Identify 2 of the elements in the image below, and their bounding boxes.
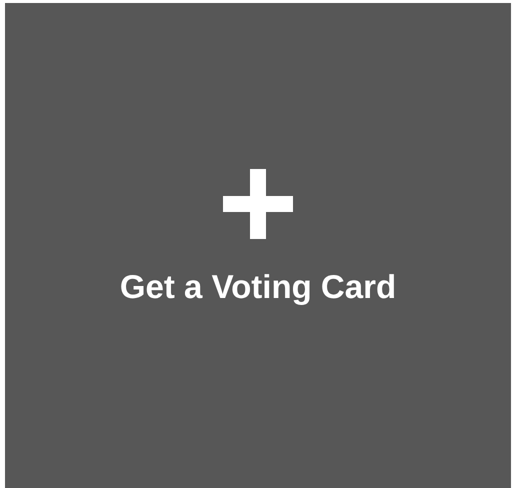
get-voting-card-button[interactable]: Get a Voting Card (5, 3, 511, 488)
plus-icon (223, 169, 293, 239)
